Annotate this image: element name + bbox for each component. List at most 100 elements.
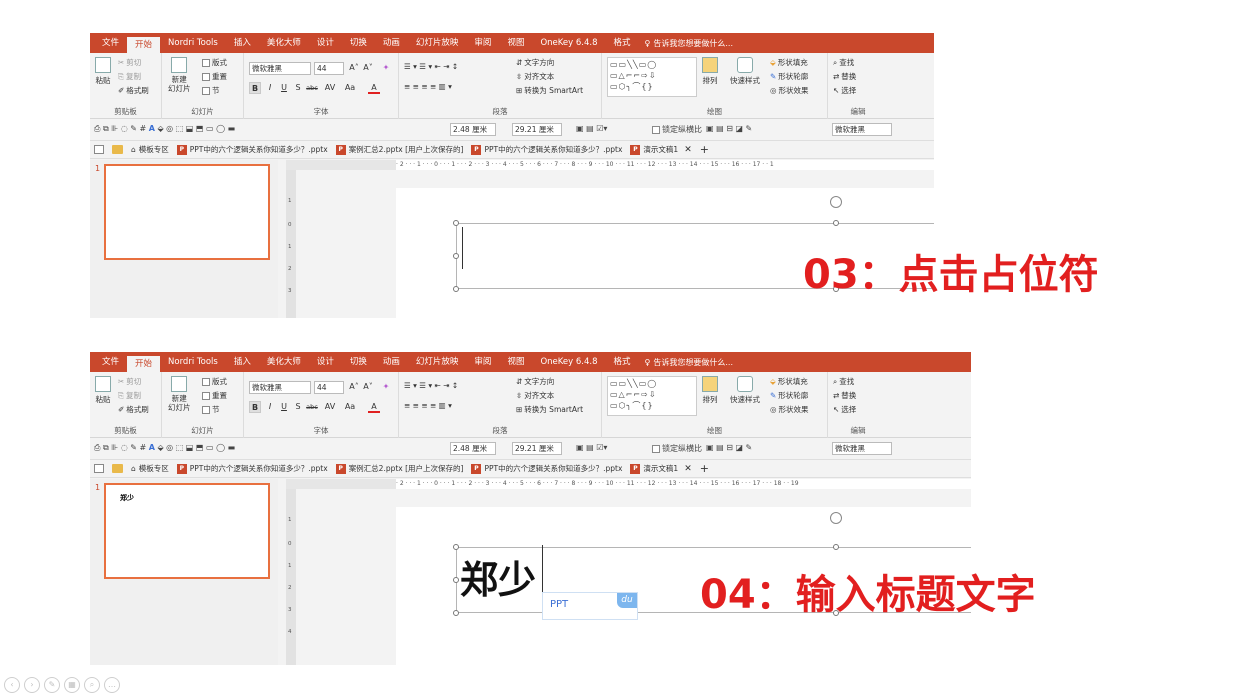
paste-button[interactable]: 粘贴 (95, 376, 111, 405)
height-field[interactable]: 2.48 厘米 (450, 123, 496, 136)
tab-view[interactable]: 视图 (499, 352, 532, 372)
tab-nordri-tools[interactable]: Nordri Tools (160, 33, 226, 53)
strikethrough-button[interactable]: abc (304, 401, 320, 413)
tab-format[interactable]: 格式 (606, 33, 639, 53)
find-button[interactable]: ⌕ 查找 (833, 57, 854, 68)
arrange-button[interactable]: 排列 (702, 376, 718, 405)
align-text-button[interactable]: ⇳ 对齐文本 (516, 390, 554, 401)
resize-handle[interactable] (453, 220, 459, 226)
clear-format-icon[interactable]: ✦ (380, 62, 392, 74)
resize-handle[interactable] (453, 544, 459, 550)
new-slide-button[interactable]: 新建 幻灯片 (168, 376, 191, 412)
previous-icon[interactable]: ‹ (4, 677, 20, 693)
bullets-icon[interactable]: ☰ ▾ ☰ ▾ ⇤ ⇥ ↕ (404, 62, 458, 71)
change-case-button[interactable]: Aa (342, 401, 358, 413)
resize-handle[interactable] (833, 544, 839, 550)
tab-format[interactable]: 格式 (606, 352, 639, 372)
more-icon[interactable]: … (104, 677, 120, 693)
tab-design[interactable]: 设计 (309, 352, 342, 372)
grow-font-button[interactable]: A˄ (348, 381, 360, 393)
shape-outline-button[interactable]: ✎ 形状轮廓 (770, 390, 808, 401)
format-painter-button[interactable]: ✐ 格式刷 (118, 404, 149, 415)
italic-button[interactable]: I (264, 401, 276, 413)
doc-tab-case-summary[interactable]: P 案例汇总2.pptx [用户上次保存的] (335, 144, 463, 155)
qat-tool-icons[interactable]: ⎙ ⧉ ⊪ ◌ ✎ # A ⬙ ◎ ⬚ ⬓ ⬒ ▭ ◯ ▬ (94, 124, 235, 134)
arrange-button[interactable]: 排列 (702, 57, 718, 86)
font-size-combo[interactable]: 44 (314, 62, 344, 75)
new-doc-icon[interactable] (94, 145, 104, 154)
resize-handle[interactable] (453, 253, 459, 259)
shrink-font-button[interactable]: A˅ (362, 62, 374, 74)
tab-file[interactable]: 文件 (94, 33, 127, 53)
section-button[interactable]: 节 (202, 404, 220, 415)
lock-ratio-checkbox[interactable]: 锁定纵横比 (652, 443, 702, 454)
doc-tab-ppt-logic-2[interactable]: P PPT中的六个逻辑关系你知道多少？.pptx (471, 144, 622, 155)
cut-button[interactable]: ✂ 剪切 (118, 57, 141, 68)
resize-handle[interactable] (833, 220, 839, 226)
doc-tab-ppt-logic[interactable]: P PPT中的六个逻辑关系你知道多少？.pptx (176, 144, 328, 155)
quick-styles-button[interactable]: 快速样式 (730, 57, 760, 86)
cut-button[interactable]: ✂ 剪切 (118, 376, 141, 387)
shape-effects-button[interactable]: ◎ 形状效果 (770, 404, 809, 415)
add-tab-button[interactable]: + (700, 143, 709, 156)
layout-button[interactable]: 版式 (202, 376, 227, 387)
qat-font-combo[interactable]: 微软雅黑 (832, 123, 892, 136)
height-field[interactable]: 2.48 厘米 (450, 442, 496, 455)
font-color-button[interactable]: A (368, 401, 380, 413)
zoom-icon[interactable]: ⌕ (84, 677, 100, 693)
underline-button[interactable]: U (278, 82, 290, 94)
tab-review[interactable]: 审阅 (466, 33, 499, 53)
paste-button[interactable]: 粘贴 (95, 57, 111, 86)
tab-animations[interactable]: 动画 (375, 33, 408, 53)
shapes-gallery[interactable]: ▭▭╲╲▭◯ ▭△⌐⌐⇨⇩ ▭⬡╮⌒{} (607, 376, 697, 416)
smartart-button[interactable]: ⊞ 转换为 SmartArt (516, 85, 583, 96)
section-button[interactable]: 节 (202, 85, 220, 96)
replace-button[interactable]: ⇄ 替换 (833, 390, 856, 401)
doc-tab-templates[interactable]: ⌂ 模板专区 (131, 463, 169, 474)
bullets-icon[interactable]: ☰ ▾ ☰ ▾ ⇤ ⇥ ↕ (404, 381, 458, 390)
tab-transitions[interactable]: 切换 (342, 352, 375, 372)
next-icon[interactable]: › (24, 677, 40, 693)
lock-ratio-checkbox[interactable]: 锁定纵横比 (652, 124, 702, 135)
tab-nordri-tools[interactable]: Nordri Tools (160, 352, 226, 372)
format-painter-button[interactable]: ✐ 格式刷 (118, 85, 149, 96)
close-icon[interactable]: ✕ (684, 464, 692, 474)
select-button[interactable]: ↖ 选择 (833, 85, 856, 96)
bold-button[interactable]: B (249, 82, 261, 94)
doc-tab-case-summary[interactable]: P 案例汇总2.pptx [用户上次保存的] (335, 463, 463, 474)
italic-button[interactable]: I (264, 82, 276, 94)
align-icons[interactable]: ≡ ≡ ≡ ≡ ▥ ▾ (404, 401, 452, 410)
resize-handle[interactable] (453, 286, 459, 292)
select-button[interactable]: ↖ 选择 (833, 404, 856, 415)
layout-button[interactable]: 版式 (202, 57, 227, 68)
width-field[interactable]: 29.21 厘米 (512, 123, 562, 136)
tab-home[interactable]: 开始 (127, 356, 161, 372)
qat-tool-icons[interactable]: ⎙ ⧉ ⊪ ◌ ✎ # A ⬙ ◎ ⬚ ⬓ ⬒ ▭ ◯ ▬ (94, 443, 235, 453)
resize-handle[interactable] (453, 610, 459, 616)
rotate-handle-icon[interactable] (830, 196, 842, 208)
folder-icon[interactable] (112, 145, 123, 154)
tab-beautify[interactable]: 美化大师 (259, 352, 309, 372)
qat-extra-icons[interactable]: ▣ ▤ ⊟ ◪ ✎ (706, 124, 752, 133)
underline-button[interactable]: U (278, 401, 290, 413)
ime-candidate-window[interactable]: PPT du (542, 592, 638, 620)
copy-button[interactable]: ⎘ 复制 (118, 71, 141, 82)
shadow-button[interactable]: S (292, 82, 304, 94)
tab-insert[interactable]: 插入 (226, 33, 259, 53)
grow-font-button[interactable]: A˄ (348, 62, 360, 74)
doc-tab-ppt-logic[interactable]: P PPT中的六个逻辑关系你知道多少？.pptx (176, 463, 328, 474)
shape-outline-button[interactable]: ✎ 形状轮廓 (770, 71, 808, 82)
smartart-button[interactable]: ⊞ 转换为 SmartArt (516, 404, 583, 415)
qat-more-icons[interactable]: ▣ ▤ ☑▾ (576, 443, 607, 452)
char-spacing-button[interactable]: AV (322, 401, 338, 413)
tab-onekey[interactable]: OneKey 6.4.8 (532, 352, 605, 372)
slides-grid-icon[interactable]: ▦ (64, 677, 80, 693)
pen-icon[interactable]: ✎ (44, 677, 60, 693)
slide-thumbnail[interactable] (104, 164, 270, 260)
doc-tab-ppt-logic-2[interactable]: P PPT中的六个逻辑关系你知道多少？.pptx (471, 463, 622, 474)
clear-format-icon[interactable]: ✦ (380, 381, 392, 393)
shadow-button[interactable]: S (292, 401, 304, 413)
font-size-combo[interactable]: 44 (314, 381, 344, 394)
align-text-button[interactable]: ⇳ 对齐文本 (516, 71, 554, 82)
char-spacing-button[interactable]: AV (322, 82, 338, 94)
